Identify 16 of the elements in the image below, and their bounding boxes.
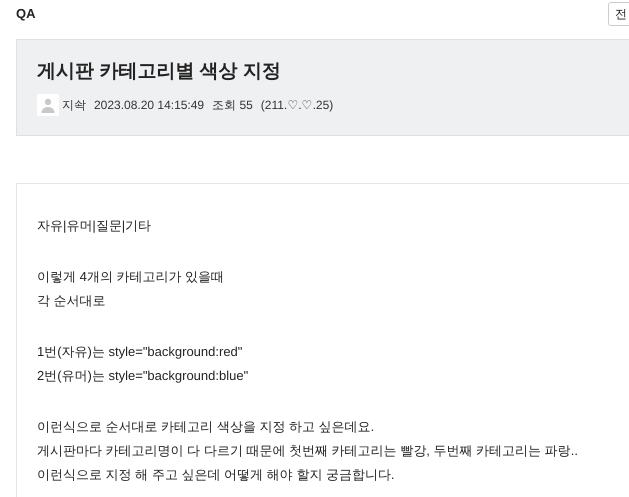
body-text-line: 이렇게 4개의 카테고리가 있을때 [37, 268, 224, 286]
view-count: 조회 55 [212, 97, 253, 114]
post-title: 게시판 카테고리별 색상 지정 [37, 60, 282, 84]
avatar-icon [37, 94, 59, 116]
ip-address: (211.♡.♡.25) [260, 97, 334, 114]
write-button[interactable]: 전 [608, 2, 629, 26]
body-text-line: 이런식으로 지정 해 주고 싶은데 어떻게 해야 할지 궁금합니다. [37, 466, 395, 484]
body-text-line: 게시판마다 카테고리명이 다 다르기 때문에 첫번째 카테고리는 빨강, 두번째 카테고리는 파랑.. [37, 442, 578, 460]
author-name[interactable]: 지솩 [62, 96, 86, 114]
post-date: 2023.08.20 14:15:49 [94, 97, 204, 114]
body-text-line: 각 순서대로 [37, 292, 106, 310]
board-title: QA [16, 5, 36, 23]
body-text-line: 자유|유머|질문|기타 [37, 217, 152, 235]
body-text-line: 2번(유머)는 style="background:blue" [37, 367, 248, 385]
body-text-line: 1번(자유)는 style="background:red" [37, 343, 242, 361]
body-text-line: 이런식으로 순서대로 카테고리 색상을 지정 하고 싶은데요. [37, 418, 374, 436]
